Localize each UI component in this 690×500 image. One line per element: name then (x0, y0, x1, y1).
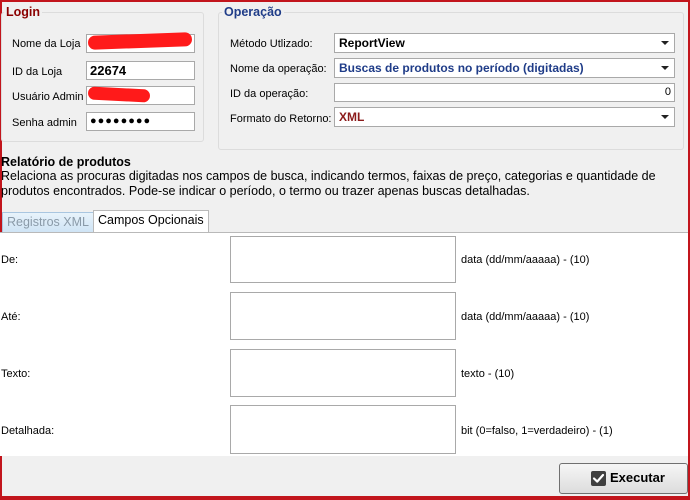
store-id-field[interactable]: 22674 (86, 61, 195, 80)
field-label-de: De: (1, 254, 19, 266)
field-hint-detalhada: bit (0=falso, 1=verdadeiro) - (1) (461, 425, 613, 437)
tab-campos-opcionais[interactable]: Campos Opcionais (93, 210, 209, 233)
field-input-ate[interactable] (230, 292, 456, 340)
operation-title: Operação (222, 5, 284, 19)
operation-name-label: Nome da operação: (230, 63, 327, 75)
field-input-de[interactable] (230, 236, 456, 283)
chevron-down-icon (661, 115, 669, 119)
field-hint-ate: data (dd/mm/aaaaa) - (10) (461, 311, 590, 323)
login-title: Login (4, 5, 43, 19)
window-border-bottom (0, 496, 690, 500)
return-format-label: Formato do Retorno: (230, 113, 332, 125)
store-name-label: Nome da Loja (12, 38, 81, 50)
return-format-value: XML (339, 110, 365, 124)
field-hint-texto: texto - (10) (461, 368, 515, 380)
chevron-down-icon (661, 66, 669, 70)
return-format-select[interactable]: XML (334, 107, 675, 127)
operation-name-select[interactable]: Buscas de produtos no período (digitadas… (334, 58, 675, 78)
method-value: ReportView (339, 36, 405, 50)
field-input-texto[interactable] (230, 349, 456, 397)
field-hint-de: data (dd/mm/aaaaa) - (10) (461, 254, 590, 266)
admin-password-label: Senha admin (12, 117, 77, 129)
field-label-detalhada: Detalhada: (1, 425, 55, 437)
report-description: Relaciona as procuras digitadas nos camp… (1, 169, 656, 198)
tab-registros-xml[interactable]: Registros XML (2, 212, 94, 232)
admin-password-field[interactable]: ●●●●●●●● (86, 112, 195, 131)
field-label-texto: Texto: (1, 368, 31, 380)
admin-user-label: Usuário Admin (12, 91, 84, 103)
operation-name-value: Buscas de produtos no período (digitadas… (339, 61, 584, 75)
method-select[interactable]: ReportView (334, 33, 675, 53)
operation-id-field[interactable]: 0 (334, 83, 675, 102)
method-label: Método Utlizado: (230, 38, 313, 50)
window-border-top (0, 0, 690, 2)
checkmark-icon (591, 471, 606, 486)
field-input-detalhada[interactable] (230, 405, 456, 454)
report-title: Relatório de produtos (1, 155, 131, 169)
chevron-down-icon (661, 41, 669, 45)
store-id-label: ID da Loja (12, 66, 63, 78)
operation-id-label: ID da operação: (230, 88, 309, 100)
execute-button[interactable]: Executar (559, 463, 688, 494)
execute-label: Executar (610, 470, 665, 485)
field-label-ate: Até: (1, 311, 21, 323)
